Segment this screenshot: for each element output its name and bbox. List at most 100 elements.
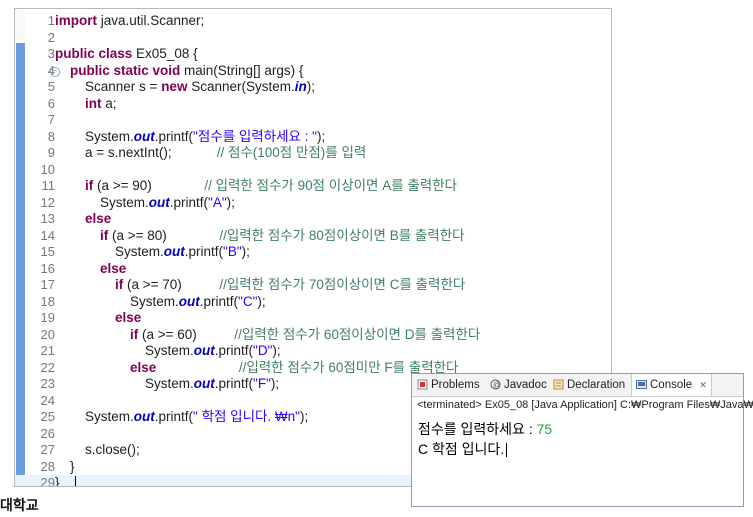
line-number: 23 [40, 376, 55, 391]
code-token: .printf( [184, 244, 224, 259]
code-line[interactable]: 9 a = s.nextInt(); // 점수(100점 만점)를 입력 [15, 145, 611, 162]
close-icon[interactable]: ✕ [699, 380, 707, 390]
code-token: a = s.nextInt(); [55, 145, 217, 160]
code-line[interactable]: 21 System.out.printf("D"); [15, 343, 611, 360]
tab-console[interactable]: Console ✕ [631, 374, 712, 396]
keyword: else [85, 211, 112, 226]
code-token: ); [299, 409, 309, 424]
line-number: 6 [47, 95, 55, 111]
line-number: 22 [40, 359, 55, 375]
line-number: 5 [47, 79, 55, 94]
line-number: 13 [40, 211, 55, 226]
line-number: 8 [47, 128, 55, 144]
code-line[interactable]: 5 Scanner s = new Scanner(System.in); [15, 79, 611, 96]
code-token: System. [55, 409, 134, 424]
code-line[interactable]: 8 System.out.printf("점수를 입력하세요 : "); [15, 129, 611, 146]
code-line[interactable]: 17 if (a >= 70) //입력한 점수가 70점이상이면 C를 출력한… [15, 277, 611, 294]
code-token: .printf( [169, 194, 209, 210]
console-prompt: 점수를 입력하세요 : [418, 421, 537, 437]
code-text: System.out.printf(" 학점 입니다. ₩n"); [55, 409, 308, 426]
code-line[interactable]: 10 [15, 162, 611, 179]
code-token: Ex05_08 { [132, 46, 198, 61]
code-text: if (a >= 90) // 입력한 점수가 90점 이상이면 A를 출력한다 [55, 178, 457, 195]
code-token: (a >= 70) [123, 277, 220, 292]
code-text: System.out.printf("점수를 입력하세요 : "); [55, 129, 325, 146]
code-text: if (a >= 70) //입력한 점수가 70점이상이면 C를 출력한다 [55, 277, 465, 294]
console-user-input: 75 [536, 421, 553, 437]
code-token: java.util.Scanner; [97, 13, 205, 28]
code-line[interactable]: 3 public class Ex05_08 { [15, 46, 611, 63]
code-line[interactable]: 14 if (a >= 80) //입력한 점수가 80점이상이면 B를 출력한… [15, 228, 611, 245]
keyword: else [115, 310, 142, 325]
code-line[interactable]: 4− public static void main(String[] args… [15, 63, 611, 80]
string-literal: "C" [238, 293, 258, 309]
code-token: (a >= 90) [93, 178, 205, 193]
code-token: ); [226, 194, 235, 210]
comment: //입력한 점수가 80점이상이면 B를 출력한다 [219, 227, 465, 243]
keyword: public static void [70, 62, 181, 78]
code-token: .printf( [214, 376, 254, 391]
console-status: <terminated> Ex05_08 [Java Application] … [417, 399, 753, 411]
code-token: Scanner s = [55, 79, 162, 94]
code-token: main(String[] args) { [180, 62, 304, 78]
code-line[interactable]: 11 if (a >= 90) // 입력한 점수가 90점 이상이면 A를 출… [15, 178, 611, 195]
line-number: 21 [40, 343, 55, 358]
code-text: if (a >= 60) //입력한 점수가 60점이상이면 D를 출력한다 [55, 327, 480, 344]
code-line[interactable]: 19 else [15, 310, 611, 327]
static-field: out [178, 293, 200, 309]
code-token: a; [101, 95, 117, 111]
code-token: ); [257, 293, 266, 309]
line-number: 17 [40, 277, 55, 292]
code-line[interactable]: 18 System.out.printf("C"); [15, 294, 611, 311]
code-line[interactable]: 2 [15, 30, 611, 47]
tab-declaration[interactable]: Declaration [553, 374, 625, 396]
code-text: Scanner s = new Scanner(System.in); [55, 79, 315, 96]
code-token: ); [316, 128, 326, 144]
code-line[interactable]: 16 else [15, 261, 611, 278]
code-token: } [55, 458, 75, 474]
code-token: ); [272, 343, 281, 358]
tab-javadoc[interactable]: @ Javadoc [490, 374, 547, 396]
code-line[interactable]: 6 int a; [15, 96, 611, 113]
code-line[interactable]: 13 else [15, 211, 611, 228]
problems-icon [417, 379, 428, 390]
static-field: out [148, 194, 170, 210]
tab-label: Console [650, 379, 693, 391]
line-number: 20 [40, 326, 55, 342]
comment: //입력한 점수가 60점이상이면 D를 출력한다 [234, 326, 481, 342]
code-line[interactable]: 1 import java.util.Scanner; [15, 13, 611, 30]
code-token: System. [55, 343, 194, 358]
code-token: System. [55, 128, 134, 144]
code-line[interactable]: 12 System.out.printf("A"); [15, 195, 611, 212]
code-line[interactable]: 15 System.out.printf("B"); [15, 244, 611, 261]
keyword: int [85, 95, 102, 111]
code-text: a = s.nextInt(); // 점수(100점 만점)를 입력 [55, 145, 366, 162]
line-number: 7 [47, 112, 55, 127]
code-line[interactable]: 7 [15, 112, 611, 129]
string-literal: "D" [253, 343, 273, 358]
console-view[interactable]: Problems @ Javadoc Declaration Console ✕… [411, 373, 753, 507]
string-literal: " 학점 입니다. ₩n" [193, 409, 300, 424]
javadoc-icon: @ [490, 379, 501, 390]
console-icon [636, 380, 647, 390]
text-cursor [74, 476, 76, 486]
code-text: else [55, 261, 126, 278]
code-line[interactable]: 20 if (a >= 60) //입력한 점수가 60점이상이면 D를 출력한… [15, 327, 611, 344]
tab-label: Javadoc [504, 379, 547, 391]
code-token: ); [270, 376, 280, 391]
string-literal: "A" [208, 194, 227, 210]
static-field: out [133, 128, 155, 144]
keyword: public class [55, 46, 133, 61]
line-number: 10 [40, 161, 55, 177]
tab-label: Problems [431, 379, 480, 391]
tab-problems[interactable]: Problems [417, 374, 480, 396]
line-number: 26 [40, 425, 55, 441]
code-text: System.out.printf("C"); [55, 294, 266, 311]
code-token: System. [55, 376, 194, 391]
line-number: 28 [40, 458, 55, 474]
